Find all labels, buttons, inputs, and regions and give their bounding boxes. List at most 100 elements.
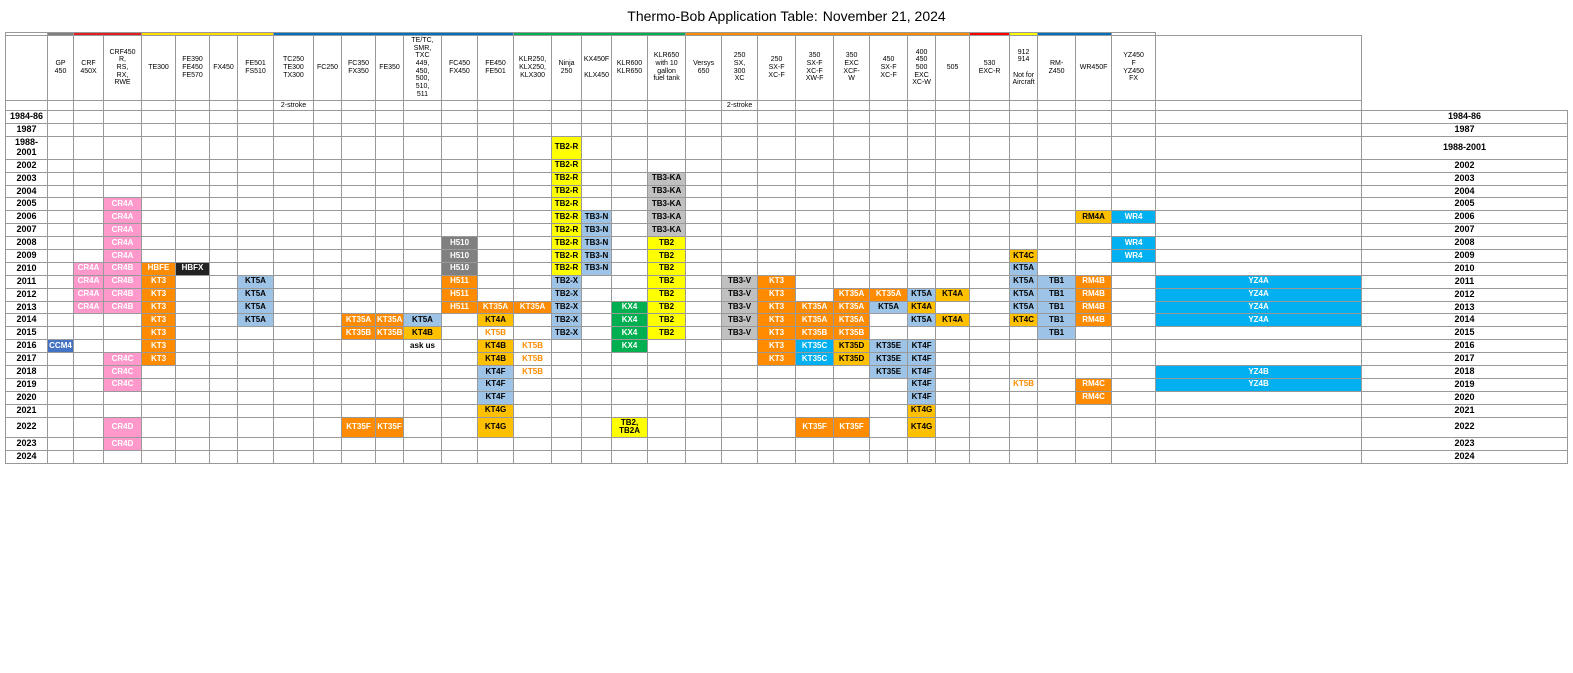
- cell-ktm400exc: [936, 438, 970, 451]
- cell-ktm400exc: [936, 262, 970, 275]
- cell-crf450r: CR4B: [104, 275, 142, 288]
- cell-fc450hq: [478, 185, 514, 198]
- cell-ktm250sx: [758, 124, 796, 137]
- cell-klr650tank: [686, 249, 722, 262]
- cell-klr600: TB2: [648, 275, 686, 288]
- cell-fc250: [314, 314, 342, 327]
- table-row: 20242024: [6, 451, 1568, 464]
- cell-fe390: [176, 172, 210, 185]
- cell-klr650tank: [686, 404, 722, 417]
- cell-rmz450: [1076, 159, 1112, 172]
- cell-yz450f: [1156, 451, 1362, 464]
- cell-fe350hq: KT5A: [404, 314, 442, 327]
- cell-te449: [442, 438, 478, 451]
- cell-fc450hq: KT35A: [478, 301, 514, 314]
- cell-ktm530excr: KT5A: [1010, 275, 1038, 288]
- cell-fe450hq: [514, 378, 552, 391]
- cell-fe501: [238, 111, 274, 124]
- cell-ktm530excr: [1010, 366, 1038, 379]
- cell-ktm505: [970, 340, 1010, 353]
- cell-klr250: [552, 124, 582, 137]
- page-wrapper: Thermo-Bob Application Table: November 2…: [0, 0, 1573, 673]
- cell-klr250: TB2-R: [552, 224, 582, 237]
- cell-fx450: [210, 340, 238, 353]
- cell-fx450: [210, 327, 238, 340]
- cell-fe350hq: [404, 301, 442, 314]
- cell-fc350hq: [376, 237, 404, 250]
- cell-fe450hq: [514, 211, 552, 224]
- cell-fc250: [314, 159, 342, 172]
- cell-kx450f: KX4: [612, 327, 648, 340]
- cell-ktm530excr: [1010, 211, 1038, 224]
- col-te449: TE/TC,SMR,TXC449,450,500,510,511: [404, 36, 442, 101]
- cell-ktm450sxf: KT5A: [908, 314, 936, 327]
- cell-ktm250sx: [758, 172, 796, 185]
- cell-crf450x: [74, 451, 104, 464]
- cell-ktm450sxf: [908, 136, 936, 159]
- cell-ktm350sxf: [834, 451, 870, 464]
- cell-rmz450: [1076, 366, 1112, 379]
- cell-fc350hq: [376, 185, 404, 198]
- cell-ktm250sxf: [796, 275, 834, 288]
- cell-klr650tank: [686, 124, 722, 137]
- cell-tb3v_versys: [722, 249, 758, 262]
- cell-yz450f: [1156, 198, 1362, 211]
- cell-ktm450sxf: [908, 275, 936, 288]
- cell-crf450x: [74, 185, 104, 198]
- cell-ktm250sx: KT3: [758, 353, 796, 366]
- cell-fe450hq: [514, 288, 552, 301]
- cell-rotax: [1038, 353, 1076, 366]
- cell-tb3n_ninja: [582, 314, 612, 327]
- year-label: 2014: [6, 314, 48, 327]
- cell-klr250: [552, 340, 582, 353]
- cell-fc450hq: KT4G: [478, 417, 514, 438]
- cell-ktm505: [970, 438, 1010, 451]
- cell-ktm530excr: [1010, 124, 1038, 137]
- cell-klr600: TB3-KA: [648, 172, 686, 185]
- cell-fc250: [314, 185, 342, 198]
- cell-ktm350sxf: [834, 438, 870, 451]
- cell-tc250: [274, 353, 314, 366]
- cell-ktm530excr: [1010, 438, 1038, 451]
- year-label-end: 2015: [1362, 327, 1568, 340]
- cell-fc250hq: [342, 172, 376, 185]
- cell-te449: [442, 340, 478, 353]
- year-label-end: 2011: [1362, 275, 1568, 288]
- cell-klr650tank: [686, 391, 722, 404]
- cell-fc350hq: [376, 301, 404, 314]
- cell-yz450f: [1156, 136, 1362, 159]
- cell-ktm350exc: [870, 124, 908, 137]
- cell-ktm250sx: [758, 224, 796, 237]
- cell-crf450x: [74, 211, 104, 224]
- cell-te449: [442, 417, 478, 438]
- table-row: 2010CR4ACR4BHBFEHBFXH510TB2-RTB3-NTB2KT5…: [6, 262, 1568, 275]
- cell-wr450f: WR4: [1112, 211, 1156, 224]
- year-label: 2024: [6, 451, 48, 464]
- cell-klr600: [648, 159, 686, 172]
- cell-crf450r: CR4A: [104, 249, 142, 262]
- cell-crf450r: CR4A: [104, 224, 142, 237]
- cell-kx450f: [612, 159, 648, 172]
- cell-ktm530excr: KT5B: [1010, 378, 1038, 391]
- cell-te449: [442, 451, 478, 464]
- table-row: 2012CR4ACR4BKT3KT5AH511TB2-XTB2TB3-VKT3K…: [6, 288, 1568, 301]
- cell-yz450f: [1156, 327, 1362, 340]
- cell-ktm250sx: KT3: [758, 275, 796, 288]
- cell-klr250: [552, 391, 582, 404]
- cell-crf450r: CR4D: [104, 438, 142, 451]
- cell-fe501: [238, 353, 274, 366]
- cell-ktm250sx: KT3: [758, 288, 796, 301]
- cell-crf450r: [104, 172, 142, 185]
- cell-fc450hq: [478, 224, 514, 237]
- cell-ktm250sxf: KT35A: [796, 314, 834, 327]
- cell-ktm530excr: KT4C: [1010, 249, 1038, 262]
- cell-ktm400exc: [936, 136, 970, 159]
- cell-fx450: [210, 172, 238, 185]
- cell-tb3n_ninja: [582, 172, 612, 185]
- cell-te449: H511: [442, 301, 478, 314]
- cell-ccm: [48, 237, 74, 250]
- cell-ktm450sxf: KT4G: [908, 417, 936, 438]
- year-label-end: 2023: [1362, 438, 1568, 451]
- cell-fc350hq: KT35B: [376, 327, 404, 340]
- cell-kx450f: [612, 198, 648, 211]
